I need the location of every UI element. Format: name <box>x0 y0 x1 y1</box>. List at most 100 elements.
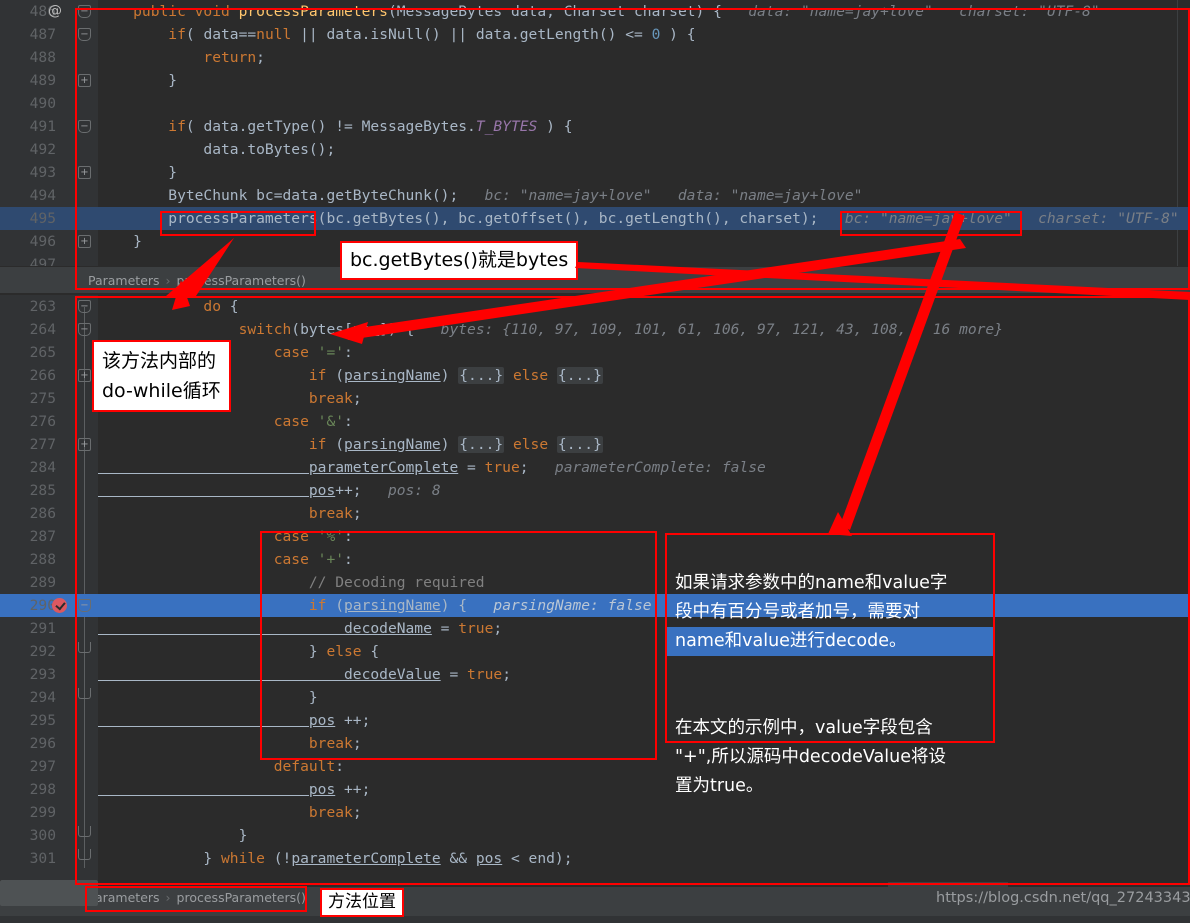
code-line[interactable]: 276 case '&': <box>0 410 1190 433</box>
code-line[interactable]: 293 decodeValue = true; <box>0 663 1190 686</box>
fold-expand-icon[interactable]: + <box>78 235 91 248</box>
breadcrumb-top-separator: › <box>165 273 171 288</box>
token-hint: bytes: {110, 97, 109, 101, 61, 106, 97, … <box>414 321 1004 338</box>
decode-note-line-2: 段中有百分号或者加号，需要对 <box>675 602 920 622</box>
code-line[interactable]: 491 − if( data.getType() != MessageBytes.… <box>0 115 1190 138</box>
code-line[interactable]: 264 − switch(bytes[pos]) { bytes: {110, 9… <box>0 318 1190 341</box>
fold-expand-icon[interactable]: + <box>78 369 91 382</box>
breadcrumb-bottom-method[interactable]: processParameters() <box>177 890 306 905</box>
code-text: // Decoding required <box>98 571 485 594</box>
code-line[interactable]: 296 break; <box>0 732 1190 755</box>
code-text: decodeValue = true; <box>98 663 511 686</box>
fold-end-icon[interactable] <box>78 849 91 860</box>
token-id: ( data== <box>185 26 257 43</box>
code-line[interactable]: 298 pos ++; <box>0 778 1190 801</box>
token-id: ) <box>440 436 459 453</box>
code-line[interactable]: 495 processParameters(bc.getBytes(), bc.… <box>0 207 1190 230</box>
line-number: 488 <box>29 49 56 66</box>
code-line[interactable]: 492 data.toBytes(); <box>0 138 1190 161</box>
code-line[interactable]: 263 − do { <box>0 295 1190 318</box>
line-number: 300 <box>29 827 56 844</box>
breadcrumb-top-method[interactable]: processParameters() <box>177 273 306 288</box>
code-line[interactable]: 493 + } <box>0 161 1190 184</box>
override-marker-icon[interactable]: @ <box>48 0 62 23</box>
code-line[interactable]: 285 pos++; pos: 8 <box>0 479 1190 502</box>
line-number: 290 <box>29 597 56 614</box>
code-line[interactable]: 494 ByteChunk bc=data.getByteChunk(); bc… <box>0 184 1190 207</box>
code-line[interactable]: 488 return; <box>0 46 1190 69</box>
code-line[interactable]: 290 − if (parsingName) { parsingName: fal… <box>0 594 1190 617</box>
line-number: 291 <box>29 620 56 637</box>
token-kw: do <box>98 298 222 315</box>
code-line[interactable]: 496 + } <box>0 230 1190 253</box>
fold-end-icon[interactable] <box>78 826 91 837</box>
code-line[interactable]: 490 <box>0 92 1190 115</box>
fold-end-icon[interactable] <box>78 642 91 653</box>
token-id: = <box>458 459 485 476</box>
token-id: processParameters(bc.getBytes(), bc.getO… <box>98 210 819 227</box>
line-number: 297 <box>29 758 56 775</box>
token-var: parsingName <box>344 367 441 384</box>
code-lines-top[interactable]: 486 @ − public void processParameters(Mess… <box>0 0 1190 276</box>
code-text: } <box>98 161 177 184</box>
fold-collapse-icon[interactable]: − <box>78 599 91 612</box>
token-fn: processParameters <box>238 3 388 20</box>
code-line[interactable]: 297 default: <box>0 755 1190 778</box>
code-line[interactable]: 299 break; <box>0 801 1190 824</box>
fold-expand-icon[interactable]: + <box>78 166 91 179</box>
token-kw: switch <box>98 321 292 338</box>
fold-collapse-icon[interactable]: − <box>78 300 91 313</box>
token-id: { <box>221 298 239 315</box>
token-id: ByteChunk bc=data.getByteChunk(); <box>98 187 459 204</box>
code-line[interactable]: 292 } else { <box>0 640 1190 663</box>
fold-collapse-icon[interactable]: − <box>78 5 91 18</box>
code-line[interactable]: 286 break; <box>0 502 1190 525</box>
line-number: 489 <box>29 72 56 89</box>
code-line[interactable]: 294 } <box>0 686 1190 709</box>
code-line[interactable]: 289 // Decoding required <box>0 571 1190 594</box>
token-str: '=' <box>317 344 345 361</box>
code-text: } <box>98 824 248 847</box>
token-id: : <box>344 551 353 568</box>
breadcrumb-bottom-class[interactable]: Parameters <box>88 890 160 905</box>
annotation-method-location: 方法位置 <box>320 888 404 917</box>
code-line[interactable]: 489 + } <box>0 69 1190 92</box>
code-line[interactable]: 486 @ − public void processParameters(Mess… <box>0 0 1190 23</box>
code-text: pos++; pos: 8 <box>98 479 441 502</box>
fold-end-icon[interactable] <box>78 688 91 699</box>
line-number: 495 <box>29 210 56 227</box>
code-line[interactable]: 288 case '+': <box>0 548 1190 571</box>
code-line[interactable]: 291 decodeName = true; <box>0 617 1190 640</box>
code-line[interactable]: 287 case '%': <box>0 525 1190 548</box>
fold-collapse-icon[interactable]: − <box>78 28 91 41</box>
token-var: parameterComplete <box>98 459 459 476</box>
fold-collapse-icon[interactable]: − <box>78 323 91 336</box>
code-text: case '%': <box>98 525 353 548</box>
fold-collapse-icon[interactable]: − <box>78 120 91 133</box>
breadcrumb-top-class[interactable]: Parameters <box>88 273 160 288</box>
code-line[interactable]: 487 − if( data==null || data.isNull() || … <box>0 23 1190 46</box>
breadcrumb-bar-top[interactable]: Parameters › processParameters() <box>0 266 1190 293</box>
line-number: 496 <box>29 233 56 250</box>
breadcrumb-top[interactable]: Parameters › processParameters() <box>88 267 306 294</box>
breadcrumb-bottom[interactable]: Parameters › processParameters() <box>88 884 306 911</box>
token-kw: case <box>98 528 318 545</box>
horizontal-scrollbar[interactable] <box>0 880 98 906</box>
token-kw: true <box>467 666 503 683</box>
code-line[interactable]: 295 pos ++; <box>0 709 1190 732</box>
code-line[interactable]: 300 } <box>0 824 1190 847</box>
code-line[interactable]: 277 + if (parsingName) {...} else {...} <box>0 433 1190 456</box>
token-kw: return <box>98 49 257 66</box>
token-id: } <box>98 164 178 181</box>
code-text: default: <box>98 755 344 778</box>
code-line[interactable]: 301 } while (!parameterComplete && pos <… <box>0 847 1190 870</box>
breakpoint-icon[interactable] <box>52 598 67 613</box>
code-text: pos ++; <box>98 778 371 801</box>
fold-expand-icon[interactable]: + <box>78 438 91 451</box>
token-id: ) { <box>440 597 468 614</box>
token-var: parsingName <box>344 436 441 453</box>
fold-expand-icon[interactable]: + <box>78 74 91 87</box>
token-id: } <box>98 72 178 89</box>
code-line[interactable]: 284 parameterComplete = true; parameterC… <box>0 456 1190 479</box>
editor-panel-top[interactable]: 486 @ − public void processParameters(Mess… <box>0 0 1190 273</box>
